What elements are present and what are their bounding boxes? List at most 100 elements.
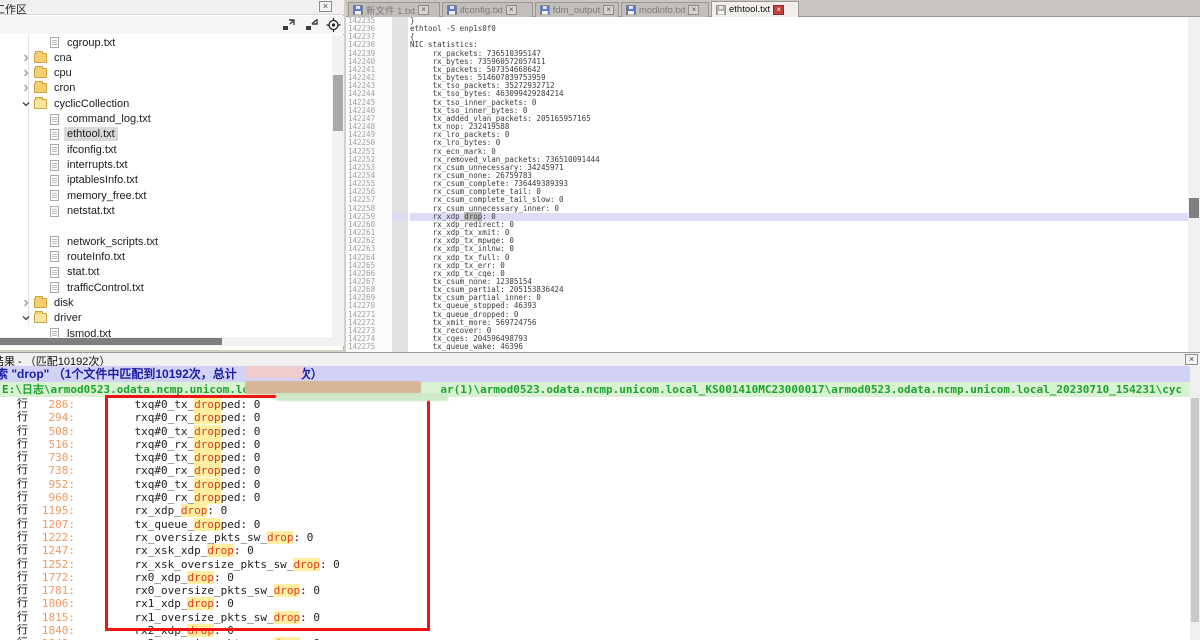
row-line-number: 1247: (30, 544, 75, 557)
row-line-number: 1772: (30, 571, 75, 584)
tree-item-cron[interactable]: cron (0, 81, 332, 96)
chevron-down-icon[interactable] (22, 314, 30, 322)
file-icon (50, 190, 59, 201)
results-close-button[interactable]: × (1185, 354, 1198, 365)
chevron-right-icon[interactable] (22, 299, 30, 307)
row-line-number: 1840: (30, 624, 75, 637)
row-line-number: 952: (30, 478, 75, 491)
file-icon (50, 144, 59, 155)
row-line-number: 294: (30, 411, 75, 424)
row-line-label: 行 (0, 584, 30, 597)
tree-item-label: command_log.txt (64, 112, 154, 126)
file-icon (50, 160, 59, 171)
chevron-right-icon[interactable] (22, 69, 30, 77)
tab-close-icon[interactable]: × (603, 5, 614, 15)
line-number-gutter: 1422351422361422371422381422391422401422… (346, 17, 392, 352)
row-line-label: 行 (0, 438, 30, 451)
censor-blur-path-2 (276, 393, 448, 401)
save-floppy-icon (540, 5, 550, 15)
tree-vertical-scrollbar[interactable] (332, 35, 344, 337)
tree-item-stat-txt[interactable]: stat.txt (0, 265, 332, 280)
row-line-label: 行 (0, 504, 30, 517)
results-vertical-scrollbar[interactable] (1190, 366, 1200, 640)
results-vscroll-thumb[interactable] (1191, 398, 1199, 622)
row-line-number: 1806: (30, 597, 75, 610)
code-line: rx_xdp_tx_inlnw: 0 (410, 245, 1188, 253)
editor-code-area[interactable]: }ethtool -S enp1s0f0{NIC statistics: rx_… (410, 17, 1188, 352)
tree-hscroll-thumb[interactable] (0, 338, 222, 345)
tab-close-icon[interactable]: × (418, 5, 429, 15)
collapse-all-icon[interactable] (304, 18, 319, 32)
search-summary-line[interactable]: 索 "drop" （1个文件中匹配到10192次，总计次） (0, 366, 1190, 382)
row-line-label: 行 (0, 571, 30, 584)
editor-vertical-scrollbar[interactable] (1188, 17, 1200, 352)
code-line: rx_lro_packets: 0 (410, 131, 1188, 139)
row-line-number: 508: (30, 425, 75, 438)
tree-item-iptablesInfo-txt[interactable]: iptablesInfo.txt (0, 173, 332, 188)
save-floppy-icon (716, 5, 726, 15)
chevron-right-icon[interactable] (22, 54, 30, 62)
row-line-label: 行 (0, 531, 30, 544)
tree-item-cpu[interactable]: cpu (0, 66, 332, 81)
tree-item-driver[interactable]: driver (0, 311, 332, 326)
folder-icon (34, 53, 47, 63)
workspace-close-button[interactable]: × (319, 1, 332, 12)
tab-modinfo-txt[interactable]: modinfo.txt× (621, 2, 709, 17)
censor-blur-count (245, 366, 303, 378)
tree-item-ethtool-txt[interactable]: ethtool.txt (0, 127, 332, 142)
open-folder-icon (34, 99, 47, 109)
tab--1-txt[interactable]: 新文件 1.txt× (348, 2, 440, 17)
bookmark-margin (392, 17, 408, 352)
results-header-bar: 结果 - （匹配10192次） × (0, 353, 1200, 366)
chevron-right-icon[interactable] (22, 84, 30, 92)
tree-item-label: cron (51, 81, 78, 95)
row-line-number: 1195: (30, 504, 75, 517)
tree-item-cgroup-txt[interactable]: cgroup.txt (0, 35, 332, 50)
row-line-label: 行 (0, 491, 30, 504)
tree-item-command_log-txt[interactable]: command_log.txt (0, 112, 332, 127)
tree-item-interrupts-txt[interactable]: interrupts.txt (0, 158, 332, 173)
code-line: } (410, 17, 1188, 25)
tab-close-icon[interactable]: × (688, 5, 699, 15)
tree-item-routeInfo-txt[interactable]: routeInfo.txt (0, 249, 332, 264)
tab-close-icon[interactable]: × (773, 5, 784, 15)
red-annotation-rectangle (105, 395, 430, 631)
workspace-file-tree[interactable]: cgroup.txtcnacpucroncyclicCollectioncomm… (0, 35, 332, 337)
editor-vscroll-thumb[interactable] (1189, 198, 1199, 218)
chevron-down-icon[interactable] (22, 100, 30, 108)
file-icon (50, 114, 59, 125)
row-line-number: 1207: (30, 518, 75, 531)
tree-item-netstat-txt[interactable]: netstat.txt (0, 204, 332, 219)
code-line: rx_xdp_tx_full: 0 (410, 254, 1188, 262)
tab-ethtool-txt[interactable]: ethtool.txt× (711, 1, 799, 17)
file-icon (50, 206, 59, 217)
tree-item-cna[interactable]: cna (0, 50, 332, 65)
row-line-number: 738: (30, 464, 75, 477)
tree-item-ifconfig-txt[interactable]: ifconfig.txt (0, 142, 332, 157)
tree-item-label: netstat.txt (64, 204, 118, 218)
search-summary-prefix: 索 "drop" （1个文件中匹配到10192次，总计 (0, 367, 237, 381)
tree-item-disk[interactable]: disk (0, 295, 332, 310)
expand-all-icon[interactable] (281, 18, 296, 32)
tree-item-label: cna (51, 51, 75, 65)
tree-item-memory_free-txt[interactable]: memory_free.txt (0, 188, 332, 203)
tree-item-network_scripts-txt[interactable]: network_scripts.txt (0, 234, 332, 249)
tree-item-cyclicCollection[interactable]: cyclicCollection (0, 96, 332, 111)
folder-icon (34, 298, 47, 308)
tab-fdm_output[interactable]: fdm_output× (535, 2, 619, 17)
row-line-label: 行 (0, 398, 30, 411)
row-line-label: 行 (0, 544, 30, 557)
tab-ifconfig-txt[interactable]: ifconfig.txt× (442, 2, 533, 17)
tree-item-lsmod-txt[interactable]: lsmod.txt (0, 326, 332, 337)
tree-item-label: memory_free.txt (64, 189, 149, 203)
locate-current-file-icon[interactable] (326, 18, 341, 32)
tab-close-icon[interactable]: × (506, 5, 517, 15)
tree-horizontal-scrollbar[interactable] (0, 337, 344, 346)
row-line-number: 1815: (30, 611, 75, 624)
tree-vscroll-thumb[interactable] (333, 75, 343, 131)
tree-item-label: lsmod.txt (64, 327, 114, 337)
file-icon (50, 328, 59, 337)
path-part2: ar(1)\armod0523.odata.ncmp.unicom.local_… (440, 383, 1182, 396)
row-line-label: 行 (0, 478, 30, 491)
tree-item-trafficControl-txt[interactable]: trafficControl.txt (0, 280, 332, 295)
